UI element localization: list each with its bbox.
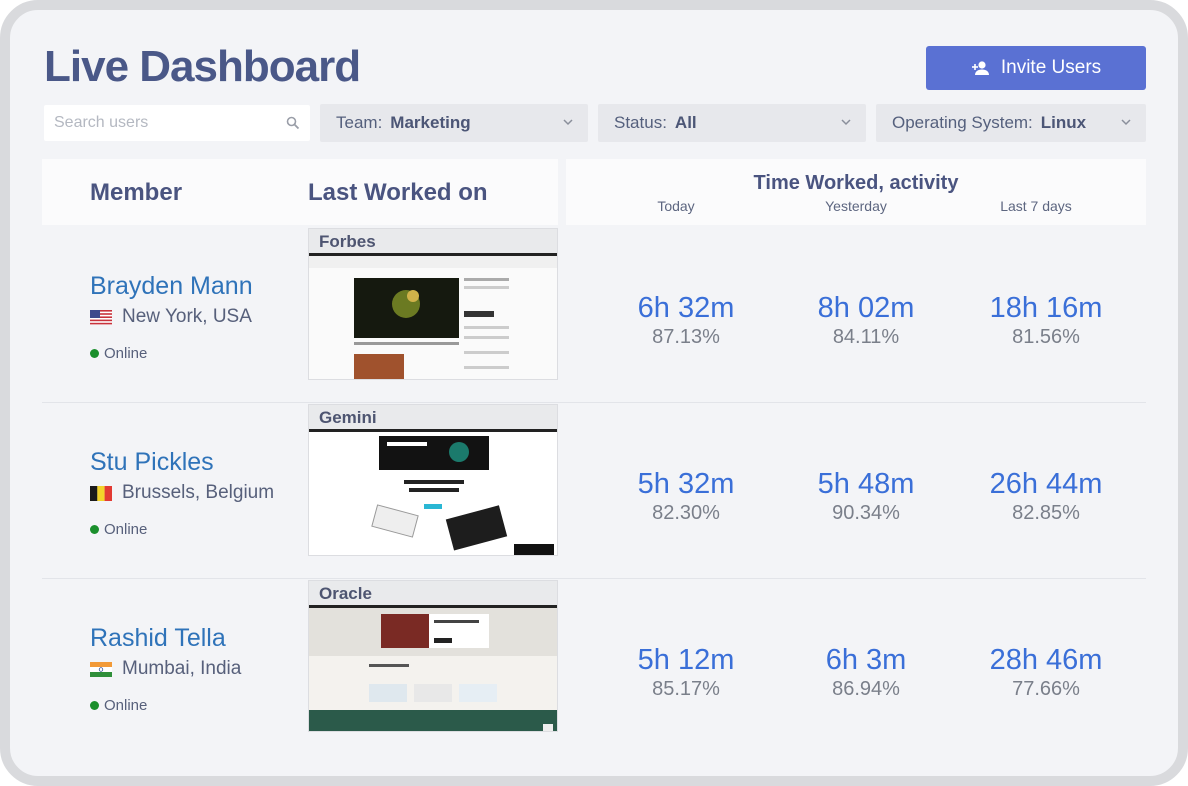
- member-location: New York, USA: [90, 306, 252, 328]
- os-filter-label: Operating System:: [892, 113, 1033, 132]
- row-divider: [42, 578, 1146, 579]
- member-location: Brussels, Belgium: [90, 482, 274, 504]
- week-activity: 81.56%: [1012, 326, 1080, 348]
- status-badge: Online: [90, 345, 147, 362]
- us-flag-icon: [90, 309, 112, 325]
- member-location: Mumbai, India: [90, 658, 241, 680]
- yesterday-activity: 86.94%: [832, 678, 900, 700]
- page-title: Live Dashboard: [44, 42, 361, 91]
- status-badge: Online: [90, 521, 147, 538]
- online-dot-icon: [90, 525, 99, 534]
- yesterday-time: 5h 48m: [817, 468, 915, 500]
- today-activity: 87.13%: [652, 326, 720, 348]
- today-activity: 85.17%: [652, 678, 720, 700]
- today-time: 6h 32m: [637, 292, 735, 324]
- table-header-time: Time Worked, activity Today Yesterday La…: [566, 159, 1146, 225]
- website-screenshot-image: [309, 608, 557, 731]
- chevron-down-icon: [841, 119, 851, 126]
- table-row: Brayden Mann New York, USA Online Forbes: [42, 228, 1146, 404]
- invite-users-button[interactable]: Invite Users: [926, 46, 1146, 90]
- website-screenshot-image: [309, 256, 557, 379]
- status-badge: Online: [90, 697, 147, 714]
- chevron-down-icon: [1121, 119, 1131, 126]
- week-activity: 82.85%: [1012, 502, 1080, 524]
- week-time: 18h 16m: [989, 292, 1103, 324]
- column-header-yesterday[interactable]: Yesterday: [786, 198, 926, 214]
- add-user-icon: [971, 61, 989, 75]
- site-name: Forbes: [309, 229, 557, 256]
- online-dot-icon: [90, 701, 99, 710]
- yesterday-metric: 6h 3m 86.94%: [776, 644, 956, 701]
- week-activity: 77.66%: [1012, 678, 1080, 700]
- website-screenshot-image: [309, 432, 557, 555]
- table-header-left: Member Last Worked on: [42, 159, 558, 225]
- belgium-flag-icon: [90, 485, 112, 501]
- site-name: Oracle: [309, 581, 557, 608]
- yesterday-metric: 5h 48m 90.34%: [776, 468, 956, 525]
- india-flag-icon: [90, 661, 112, 677]
- member-location-text: Brussels, Belgium: [122, 482, 275, 503]
- yesterday-activity: 90.34%: [832, 502, 900, 524]
- last-worked-thumbnail[interactable]: Forbes: [308, 228, 558, 380]
- week-time: 28h 46m: [989, 644, 1103, 676]
- column-header-today[interactable]: Today: [606, 198, 746, 214]
- invite-users-label: Invite Users: [1000, 57, 1102, 78]
- online-dot-icon: [90, 349, 99, 358]
- member-location-text: Mumbai, India: [122, 658, 242, 679]
- yesterday-metric: 8h 02m 84.11%: [776, 292, 956, 349]
- search-input[interactable]: [54, 114, 286, 132]
- today-metric: 6h 32m 87.13%: [596, 292, 776, 349]
- team-filter-dropdown[interactable]: Team: Marketing: [320, 104, 588, 142]
- column-header-time-worked: Time Worked, activity: [753, 172, 959, 194]
- status-filter-label: Status:: [614, 113, 667, 132]
- member-name[interactable]: Stu Pickles: [90, 448, 214, 477]
- last-worked-thumbnail[interactable]: Oracle: [308, 580, 558, 732]
- status-text: Online: [104, 697, 148, 714]
- yesterday-time: 6h 3m: [825, 644, 907, 676]
- chevron-down-icon: [563, 119, 573, 126]
- yesterday-activity: 84.11%: [832, 326, 900, 348]
- status-filter-value: All: [674, 113, 697, 132]
- member-location-text: New York, USA: [122, 306, 252, 327]
- member-name[interactable]: Rashid Tella: [90, 624, 226, 653]
- today-metric: 5h 12m 85.17%: [596, 644, 776, 701]
- today-activity: 82.30%: [652, 502, 720, 524]
- status-text: Online: [104, 345, 148, 362]
- column-header-member[interactable]: Member: [90, 179, 182, 207]
- column-header-last-worked[interactable]: Last Worked on: [308, 179, 488, 207]
- today-time: 5h 12m: [637, 644, 735, 676]
- dashboard-frame: Live Dashboard Invite Users Team: Market…: [0, 0, 1188, 786]
- yesterday-time: 8h 02m: [817, 292, 915, 324]
- week-metric: 18h 16m 81.56%: [956, 292, 1136, 349]
- table-row: Rashid Tella Mumbai, India Online Oracle: [42, 580, 1146, 756]
- column-header-last-7-days[interactable]: Last 7 days: [966, 198, 1106, 214]
- last-worked-thumbnail[interactable]: Gemini: [308, 404, 558, 556]
- search-box: [44, 105, 310, 141]
- week-metric: 28h 46m 77.66%: [956, 644, 1136, 701]
- week-time: 26h 44m: [989, 468, 1103, 500]
- search-icon[interactable]: [286, 116, 300, 130]
- week-metric: 26h 44m 82.85%: [956, 468, 1136, 525]
- team-filter-value: Marketing: [390, 113, 471, 132]
- today-time: 5h 32m: [637, 468, 735, 500]
- team-filter-label: Team:: [336, 113, 383, 132]
- os-filter-value: Linux: [1040, 113, 1087, 132]
- row-divider: [42, 402, 1146, 403]
- table-row: Stu Pickles Brussels, Belgium Online Gem…: [42, 404, 1146, 580]
- status-text: Online: [104, 521, 148, 538]
- member-name[interactable]: Brayden Mann: [90, 272, 253, 301]
- status-filter-dropdown[interactable]: Status: All: [598, 104, 866, 142]
- os-filter-dropdown[interactable]: Operating System: Linux: [876, 104, 1146, 142]
- today-metric: 5h 32m 82.30%: [596, 468, 776, 525]
- site-name: Gemini: [309, 405, 557, 432]
